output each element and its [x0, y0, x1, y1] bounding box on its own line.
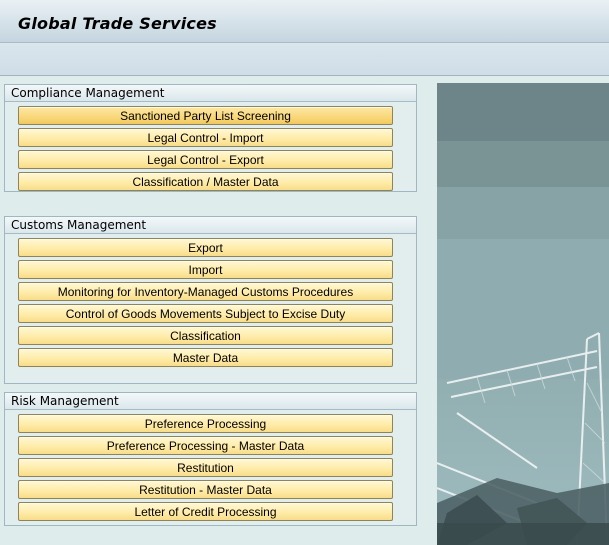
letter-of-credit-processing-button[interactable]: Letter of Credit Processing [18, 502, 393, 521]
preference-processing-master-data-button[interactable]: Preference Processing - Master Data [18, 436, 393, 455]
title-bar: Global Trade Services [0, 0, 609, 43]
compliance-management-group: Compliance Management Sanctioned Party L… [4, 84, 417, 192]
export-button[interactable]: Export [18, 238, 393, 257]
control-goods-excise-duty-button[interactable]: Control of Goods Movements Subject to Ex… [18, 304, 393, 323]
sanctioned-party-list-screening-button[interactable]: Sanctioned Party List Screening [18, 106, 393, 125]
group-title: Risk Management [5, 393, 416, 410]
import-button[interactable]: Import [18, 260, 393, 279]
legal-control-import-button[interactable]: Legal Control - Import [18, 128, 393, 147]
classification-master-data-button[interactable]: Classification / Master Data [18, 172, 393, 191]
monitoring-inventory-customs-button[interactable]: Monitoring for Inventory-Managed Customs… [18, 282, 393, 301]
preference-processing-button[interactable]: Preference Processing [18, 414, 393, 433]
risk-management-group: Risk Management Preference Processing Pr… [4, 392, 417, 526]
group-title: Compliance Management [5, 85, 416, 102]
customs-management-group: Customs Management Export Import Monitor… [4, 216, 417, 384]
app-title: Global Trade Services [18, 14, 217, 33]
group-title: Customs Management [5, 217, 416, 234]
master-data-button[interactable]: Master Data [18, 348, 393, 367]
application-toolbar [0, 43, 609, 76]
legal-control-export-button[interactable]: Legal Control - Export [18, 150, 393, 169]
classification-button[interactable]: Classification [18, 326, 393, 345]
port-crane-image [437, 83, 609, 545]
restitution-button[interactable]: Restitution [18, 458, 393, 477]
port-crane-illustration [437, 83, 609, 545]
restitution-master-data-button[interactable]: Restitution - Master Data [18, 480, 393, 499]
